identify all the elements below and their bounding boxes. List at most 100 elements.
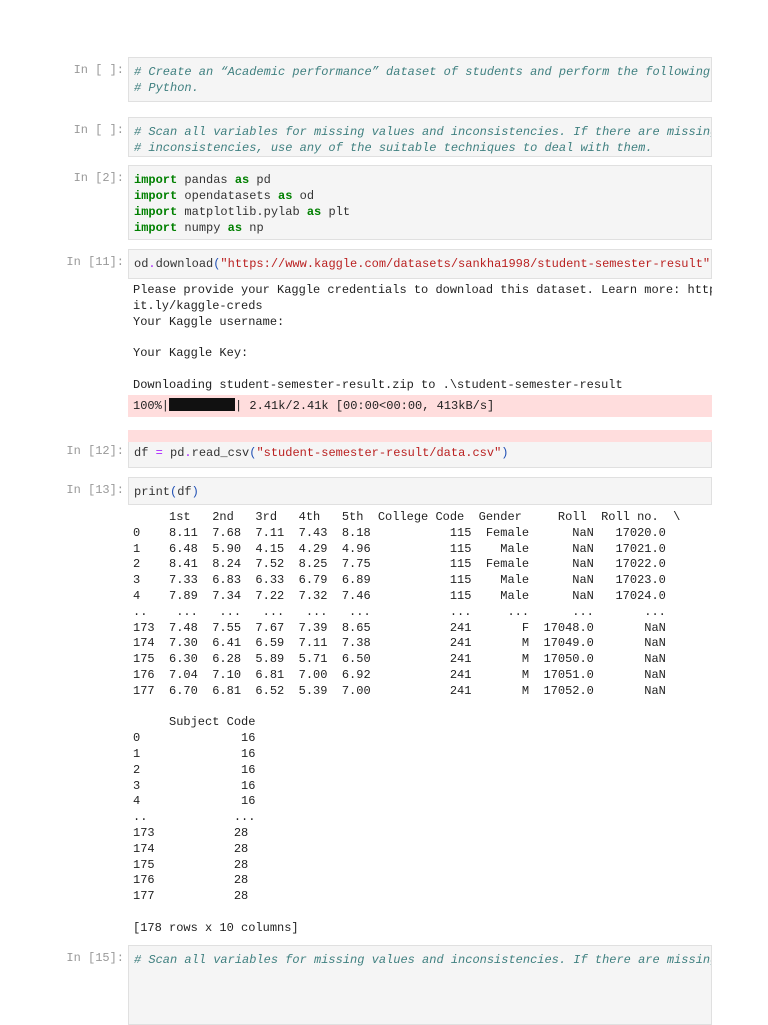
code-token: pd bbox=[249, 173, 271, 187]
output-line: 1 16 bbox=[133, 746, 256, 761]
code-input[interactable]: df = pd.read_csv("student-semester-resul… bbox=[128, 438, 712, 468]
output-line: 3 7.33 6.83 6.33 6.79 6.89 115 Male NaN … bbox=[133, 573, 666, 588]
progress-bar bbox=[169, 397, 236, 411]
code-line: # Python. bbox=[134, 80, 706, 96]
code-token: np bbox=[242, 221, 264, 235]
output-line: .. ... bbox=[133, 810, 256, 825]
output-line: 2 8.41 8.24 7.52 8.25 7.75 115 Female Na… bbox=[133, 557, 666, 572]
output-line: it.ly/kaggle-creds bbox=[133, 298, 263, 313]
code-token: df bbox=[134, 446, 156, 460]
code-token: # Create an “Academic performance” datas… bbox=[134, 65, 712, 79]
output-line: Subject Code bbox=[133, 715, 256, 730]
code-input[interactable]: import pandas as pd import opendatasets a… bbox=[128, 165, 712, 240]
code-input[interactable]: # Create an “Academic performance” datas… bbox=[128, 57, 712, 102]
code-token: # Scan all variables for missing values … bbox=[134, 953, 712, 967]
output-line: 175 6.30 6.28 5.89 5.71 6.50 241 M 17050… bbox=[133, 652, 666, 667]
code-line: import numpy as np bbox=[134, 220, 706, 236]
code-token: opendatasets bbox=[177, 189, 279, 203]
output-line: [178 rows x 10 columns] bbox=[133, 920, 299, 935]
output-line: Your Kaggle username: bbox=[133, 314, 285, 329]
code-token: as bbox=[306, 205, 322, 219]
code-token: numpy bbox=[177, 221, 228, 235]
code-token: import bbox=[134, 189, 178, 203]
code-input[interactable]: # Scan all variables for missing values … bbox=[128, 117, 712, 157]
output-line: 173 7.48 7.55 7.67 7.39 8.65 241 F 17048… bbox=[133, 620, 666, 635]
output-line: 4 7.89 7.34 7.22 7.32 7.46 115 Male NaN … bbox=[133, 588, 666, 603]
cell-prompt: In [12]: bbox=[66, 444, 124, 458]
code-line: import opendatasets as od bbox=[134, 188, 706, 204]
code-input[interactable]: print(df) bbox=[128, 477, 712, 505]
output-line: Please provide your Kaggle credentials t… bbox=[133, 283, 712, 297]
cell-prompt: In [ ]: bbox=[73, 63, 124, 77]
output-line: 174 7.30 6.41 6.59 7.11 7.38 241 M 17049… bbox=[133, 636, 666, 651]
code-token: as bbox=[278, 189, 293, 203]
progress-output: 100%| | 2.41k/2.41k [00:00<00:00, 413kB/s… bbox=[128, 394, 712, 417]
code-token: . bbox=[184, 446, 192, 460]
dataframe-output: 1st 2nd 3rd 4th 5th College Code Gender … bbox=[128, 510, 712, 937]
output-line: 2 16 bbox=[133, 762, 256, 777]
code-line: import matplotlib.pylab as plt bbox=[134, 204, 706, 220]
code-token: as bbox=[234, 173, 250, 187]
code-input[interactable]: od.download("https://www.kaggle.com/data… bbox=[128, 249, 712, 279]
progress-stats: | 2.41k/2.41k [00:00<00:00, 413kB/s] bbox=[235, 398, 495, 413]
cell-prompt: In [ ]: bbox=[73, 123, 124, 137]
code-line: od.download("https://www.kaggle.com/data… bbox=[134, 256, 711, 272]
code-line: df = pd.read_csv("student-semester-resul… bbox=[134, 445, 706, 461]
cell-prompt: In [11]: bbox=[66, 255, 124, 269]
cell-prompt: In [15]: bbox=[66, 951, 124, 965]
code-token: ) bbox=[710, 257, 711, 271]
stderr-blank bbox=[128, 429, 712, 442]
code-token: "https://www.kaggle.com/datasets/sankha1… bbox=[220, 257, 711, 271]
code-token: "student-semester-result/data.csv" bbox=[256, 446, 502, 460]
code-token: od bbox=[134, 257, 149, 271]
code-token: print bbox=[134, 485, 171, 499]
code-token: read_csv bbox=[191, 446, 250, 460]
code-token: ) bbox=[191, 485, 199, 499]
code-token: import bbox=[134, 221, 178, 235]
output-line: 1st 2nd 3rd 4th 5th College Code Gender … bbox=[133, 510, 681, 524]
code-token: download bbox=[155, 257, 214, 271]
output-line: 4 16 bbox=[133, 794, 256, 809]
code-token: import bbox=[134, 205, 178, 219]
code-line: print(df) bbox=[134, 484, 706, 500]
output-line: Downloading student-semester-result.zip … bbox=[133, 377, 623, 392]
download-output: Please provide your Kaggle credentials t… bbox=[128, 283, 712, 442]
code-line: import pandas as pd bbox=[134, 172, 706, 188]
code-token: matplotlib.pylab bbox=[177, 205, 307, 219]
output-line: 173 28 bbox=[133, 825, 249, 840]
code-token: # Scan all variables for missing values … bbox=[134, 125, 712, 139]
code-line: # inconsistencies, use any of the suitab… bbox=[134, 140, 706, 156]
output-line: 175 28 bbox=[133, 857, 249, 872]
output-line: 1 6.48 5.90 4.15 4.29 4.96 115 Male NaN … bbox=[133, 541, 666, 556]
output-line: 0 16 bbox=[133, 731, 256, 746]
code-token: import bbox=[134, 173, 178, 187]
code-token: ) bbox=[501, 446, 509, 460]
code-token: od bbox=[292, 189, 315, 203]
output-line: 177 28 bbox=[133, 889, 249, 904]
code-line: # Create an “Academic performance” datas… bbox=[134, 64, 710, 80]
code-token: pandas bbox=[177, 173, 235, 187]
cell-prompt: In [2]: bbox=[73, 171, 124, 185]
code-token: # inconsistencies, use any of the suitab… bbox=[134, 141, 653, 155]
output-line: 3 16 bbox=[133, 778, 256, 793]
output-line: 0 8.11 7.68 7.11 7.43 8.18 115 Female Na… bbox=[133, 525, 666, 540]
output-line: 176 28 bbox=[133, 873, 249, 888]
code-input[interactable]: # Scan all variables for missing values … bbox=[128, 945, 712, 1025]
code-token: df bbox=[177, 485, 192, 499]
code-token: = bbox=[155, 446, 163, 460]
code-token: pd bbox=[162, 446, 185, 460]
code-token: # Python. bbox=[134, 81, 199, 95]
output-line: Your Kaggle Key: bbox=[133, 346, 249, 361]
code-line: # Scan all variables for missing values … bbox=[134, 124, 711, 140]
output-line: 176 7.04 7.10 6.81 7.00 6.92 241 M 17051… bbox=[133, 667, 666, 682]
output-line: .. ... ... ... ... ... ... ... ... ... bbox=[133, 604, 666, 619]
code-line: # Scan all variables for missing values … bbox=[134, 952, 711, 968]
progress-percent: 100%| bbox=[133, 398, 170, 413]
output-line: 174 28 bbox=[133, 841, 249, 856]
cell-prompt: In [13]: bbox=[66, 483, 124, 497]
code-token: . bbox=[148, 257, 156, 271]
